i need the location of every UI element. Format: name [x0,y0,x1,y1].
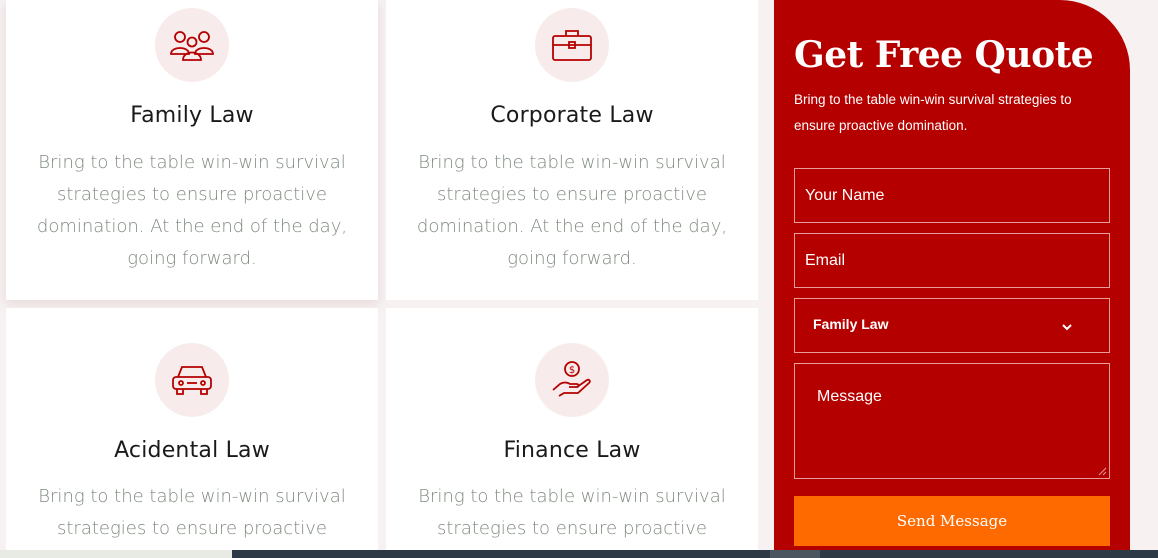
svg-text:$: $ [569,365,575,376]
service-description: Bring to the table win-win survival stra… [416,147,728,275]
send-message-button[interactable]: Send Message [794,496,1110,546]
service-description: Bring to the table win-win survival stra… [416,481,728,545]
service-select[interactable]: Family Law [794,298,1110,353]
service-title: Corporate Law [490,103,654,128]
bottom-strip [0,550,1158,558]
desc-line: Bring to the table win-win survival [38,152,346,173]
money-hand-icon-wrap: $ [535,343,609,417]
service-card-family-law[interactable]: Family Law Bring to the table win-win su… [6,0,378,300]
chevron-down-icon [1062,324,1072,331]
car-icon-wrap [155,343,229,417]
service-title: Family Law [130,103,254,128]
desc-line: strategies to ensure proactive [437,518,707,539]
service-selected-value: Family Law [813,316,889,332]
subtitle-line: ensure proactive domination. [794,118,968,133]
briefcase-icon-wrap [535,8,609,82]
name-placeholder: Your Name [805,187,885,204]
family-icon-wrap [155,8,229,82]
service-description: Bring to the table win-win survival stra… [36,481,348,545]
desc-line: going forward. [127,248,257,269]
desc-line: strategies to ensure proactive [57,518,327,539]
service-title: Acidental Law [114,438,270,463]
name-input[interactable]: Your Name [794,168,1110,223]
service-card-corporate-law[interactable]: Corporate Law Bring to the table win-win… [386,0,758,300]
email-input[interactable]: Email [794,233,1110,288]
desc-line: Bring to the table win-win survival [418,486,726,507]
desc-line: domination. At the end of the day, [416,216,728,237]
quote-subtitle: Bring to the table win-win survival stra… [794,87,1104,139]
family-icon [170,31,214,61]
bottom-strip-mid [770,550,820,558]
briefcase-icon [552,30,592,61]
money-hand-icon: $ [552,361,591,397]
service-description: Bring to the table win-win survival stra… [36,147,348,275]
quote-title: Get Free Quote [794,34,1094,76]
email-placeholder: Email [805,252,846,269]
subtitle-line: Bring to the table win-win survival stra… [794,92,1072,107]
desc-line: domination. At the end of the day, [36,216,348,237]
desc-line: Bring to the table win-win survival [38,486,346,507]
service-card-finance-law[interactable]: $ Finance Law Bring to the table win-win… [386,308,758,558]
desc-line: Bring to the table win-win survival [418,152,726,173]
service-title: Finance Law [503,438,641,463]
desc-line: strategies to ensure proactive [57,184,327,205]
message-placeholder: Message [817,388,882,405]
service-card-acidental-law[interactable]: Acidental Law Bring to the table win-win… [6,308,378,558]
desc-line: strategies to ensure proactive [437,184,707,205]
desc-line: going forward. [507,248,637,269]
bottom-strip-light [0,550,232,558]
quote-form-panel: Get Free Quote Bring to the table win-wi… [774,0,1130,558]
car-icon [172,366,212,395]
message-textarea[interactable]: Message [794,363,1110,479]
resize-handle-icon[interactable] [1098,467,1107,476]
